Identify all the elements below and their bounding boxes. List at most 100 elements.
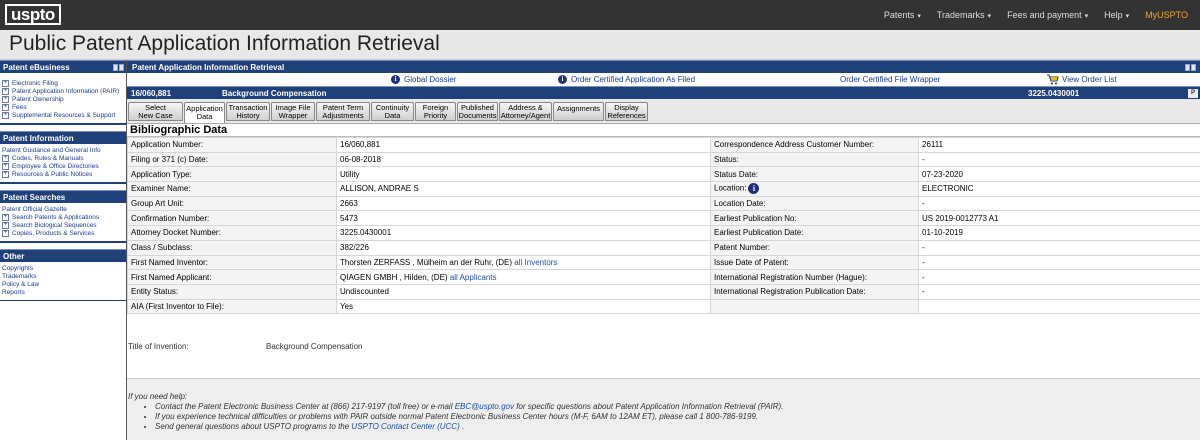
nav-patents[interactable]: Patents ▾ <box>884 10 921 20</box>
sidebar-header-information: Patent Information <box>0 131 126 144</box>
nav-help[interactable]: Help ▾ <box>1104 10 1129 20</box>
table-row: Group Art Unit: 2663 Location Date: - <box>127 195 1200 212</box>
help-item: Send general questions about USPTO progr… <box>155 422 1200 432</box>
expand-icon[interactable]: + <box>2 103 9 111</box>
expand-icon[interactable]: + <box>2 87 9 95</box>
all-applicants-link[interactable]: all Applicants <box>450 273 497 282</box>
ebc-email-link[interactable]: EBC@uspto.gov <box>455 402 514 411</box>
global-dossier-link[interactable]: i Global Dossier <box>391 75 456 84</box>
tab-published-documents[interactable]: Published Documents <box>457 102 498 121</box>
sidebar-item[interactable]: + Patent Application Information (PAIR) <box>2 87 126 95</box>
main-header: Patent Application Information Retrieval <box>127 60 1200 73</box>
tab-bar: Select New Case Application Data Transacti… <box>127 99 1200 124</box>
table-row: Confirmation Number: 5473 Earliest Publica… <box>127 210 1200 227</box>
sidebar-item[interactable]: + Codes, Rules & Manuals <box>2 154 126 162</box>
tab-select-new-case[interactable]: Select New Case <box>128 102 183 121</box>
maximize-icon[interactable] <box>1191 64 1196 71</box>
minimize-icon[interactable] <box>113 64 118 71</box>
sidebar-header-ebusiness: Patent eBusiness <box>0 60 126 73</box>
sidebar-header-other: Other <box>0 249 126 262</box>
sidebar-item[interactable]: Patent Official Gazette <box>2 205 126 213</box>
expand-icon[interactable]: + <box>2 170 9 178</box>
info-icon: i <box>558 75 567 84</box>
tab-patent-term-adjustments[interactable]: Patent Term Adjustments <box>316 102 370 121</box>
view-order-list-link[interactable]: View Order List <box>1047 74 1117 85</box>
tab-assignments[interactable]: Assignments <box>553 102 604 121</box>
expand-icon[interactable]: + <box>2 154 9 162</box>
bibliographic-table: Application Number: 16/060,881 Corresponde… <box>127 137 1200 315</box>
window-controls[interactable] <box>1185 64 1196 71</box>
sidebar-item[interactable]: Copyrights <box>2 264 126 272</box>
sidebar-list-ebusiness: + Electronic Filing + Patent Application I… <box>0 73 126 125</box>
sidebar-item[interactable]: Reports <box>2 288 126 296</box>
uspto-logo[interactable]: uspto <box>5 4 61 25</box>
sidebar-item[interactable]: + Supplemental Resources & Support <box>2 111 126 119</box>
table-row: First Named Applicant: QIAGEN GMBH , Hild… <box>127 269 1200 285</box>
title-of-invention-value: Background Compensation <box>266 342 363 351</box>
table-row: Filing or 371 (c) Date: 06-08-2018 Status:… <box>127 151 1200 168</box>
sidebar-item[interactable]: Policy & Law <box>2 280 126 288</box>
table-row: First Named Inventor: Thorsten ZERFASS , … <box>127 254 1200 271</box>
shopping-cart-icon <box>1047 74 1059 85</box>
chevron-down-icon: ▾ <box>1125 13 1130 20</box>
top-nav-menu: Patents ▾ Trademarks ▾ Fees and payment ▾ H… <box>884 0 1200 30</box>
sidebar-item[interactable]: + Electronic Filing <box>2 79 126 87</box>
sidebar-item[interactable]: Patent Guidance and General Info <box>2 146 126 154</box>
help-item: If you experience technical difficulties… <box>155 412 1200 422</box>
tab-continuity-data[interactable]: Continuity Data <box>371 102 414 121</box>
application-bar: 16/060,881 Background Compensation 3225.… <box>127 86 1200 99</box>
section-title: Bibliographic Data <box>127 124 1200 137</box>
tab-foreign-priority[interactable]: Foreign Priority <box>415 102 456 121</box>
nav-myuspto[interactable]: MyUSPTO <box>1145 10 1188 20</box>
expand-icon[interactable]: + <box>2 213 9 221</box>
maximize-icon[interactable] <box>119 64 124 71</box>
nav-trademarks[interactable]: Trademarks ▾ <box>937 10 991 20</box>
info-icon[interactable]: i <box>748 183 760 195</box>
sidebar-item[interactable]: + Search Biological Sequences <box>2 221 126 229</box>
page-title: Public Patent Application Information Re… <box>9 32 440 55</box>
order-certified-application-link[interactable]: i Order Certified Application As Filed <box>558 75 695 84</box>
sidebar-list-other: Copyrights Trademarks Policy & Law Repor… <box>0 262 126 301</box>
expand-icon[interactable]: + <box>2 229 9 237</box>
sidebar-item[interactable]: + Search Patents & Applications <box>2 213 126 221</box>
expand-icon[interactable]: + <box>2 162 9 170</box>
expand-icon[interactable]: + <box>2 221 9 229</box>
sidebar-list-information: Patent Guidance and General Info + Codes,… <box>0 144 126 184</box>
title-band: Public Patent Application Information Re… <box>0 30 1200 60</box>
sidebar-item[interactable]: + Employee & Office Directories <box>2 162 126 170</box>
table-row: Entity Status: Undiscounted International … <box>127 283 1200 300</box>
chevron-down-icon: ▾ <box>1084 13 1089 20</box>
nav-fees[interactable]: Fees and payment ▾ <box>1007 10 1088 20</box>
info-icon: i <box>391 75 400 84</box>
table-row: Attorney Docket Number: 3225.0430001 Earli… <box>127 225 1200 241</box>
minimize-icon[interactable] <box>1185 64 1190 71</box>
tab-application-data[interactable]: Application Data <box>184 102 225 123</box>
tab-display-references[interactable]: Display References <box>605 102 648 121</box>
tab-image-file-wrapper[interactable]: Image File Wrapper <box>271 102 315 121</box>
window-controls[interactable] <box>113 64 124 71</box>
sidebar-item[interactable]: + Copies, Products & Services <box>2 229 126 237</box>
help-intro: If you need help: <box>128 392 188 401</box>
table-row: Application Number: 16/060,881 Corresponde… <box>127 137 1200 153</box>
tab-transaction-history[interactable]: Transaction History <box>226 102 270 121</box>
sidebar-list-searches: Patent Official Gazette + Search Patents … <box>0 203 126 243</box>
order-links-row: i Global Dossier i Order Certified Applica… <box>127 73 1200 86</box>
sidebar-item[interactable]: + Patent Ownership <box>2 95 126 103</box>
order-file-wrapper-link[interactable]: Order Certified File Wrapper <box>840 75 940 84</box>
sidebar: Patent eBusiness + Electronic Filing + Pat… <box>0 60 126 440</box>
pdf-icon[interactable]: P <box>1188 89 1198 98</box>
sidebar-item[interactable]: + Resources & Public Notices <box>2 170 126 178</box>
expand-icon[interactable]: + <box>2 111 9 119</box>
table-row: Examiner Name: ALLISON, ANDRAE S Location:… <box>127 181 1200 197</box>
tab-address-attorney[interactable]: Address & Attorney/Agent <box>499 102 552 121</box>
table-row: Application Type: Utility Status Date: 07-2… <box>127 166 1200 183</box>
title-of-invention: Title of Invention: Background Compensat… <box>127 338 1200 358</box>
sidebar-item[interactable]: Trademarks <box>2 272 126 280</box>
expand-icon[interactable]: + <box>2 95 9 103</box>
sidebar-header-searches: Patent Searches <box>0 190 126 203</box>
contact-center-link[interactable]: USPTO Contact Center (UCC) <box>351 422 459 431</box>
help-section: If you need help: Contact the Patent Ele… <box>127 378 1200 440</box>
sidebar-item[interactable]: + Fees <box>2 103 126 111</box>
expand-icon[interactable]: + <box>2 79 9 87</box>
all-inventors-link[interactable]: all Inventors <box>514 258 557 267</box>
